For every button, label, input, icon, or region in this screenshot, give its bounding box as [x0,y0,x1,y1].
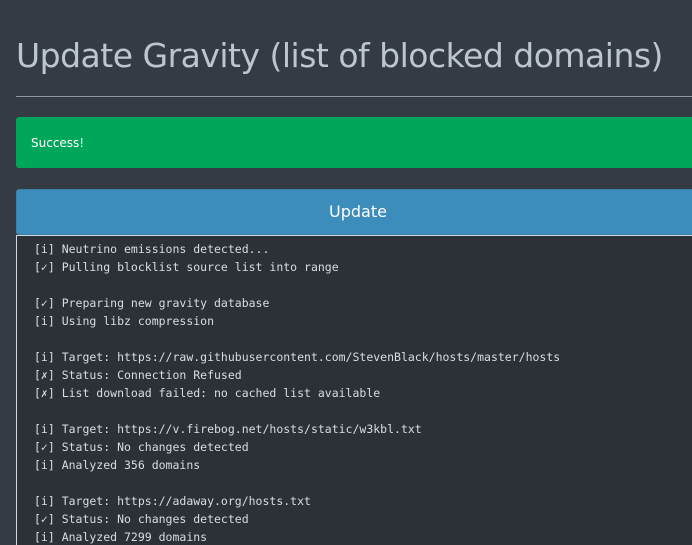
output-line: [i] Analyzed 356 domains [34,458,201,472]
output-line: [✓] Preparing new gravity database [34,296,270,310]
output-line: [i] Target: https://v.firebog.net/hosts/… [34,422,422,436]
update-button[interactable]: Update [16,189,692,235]
output-line: [✓] Status: No changes detected [34,440,249,454]
title-divider [16,96,692,97]
output-line: [i] Using libz compression [34,314,215,328]
success-alert: Success! [16,117,692,168]
output-line: [i] Analyzed 7299 domains [34,530,208,544]
output-line: [i] Neutrino emissions detected... [34,242,270,256]
success-alert-message: Success! [31,135,85,150]
page-title: Update Gravity (list of blocked domains) [16,36,663,75]
output-line: [i] Target: https://raw.githubuserconten… [34,350,561,364]
output-line: [✓] Status: No changes detected [34,512,249,526]
output-line: [i] Target: https://adaway.org/hosts.txt [34,494,311,508]
output-line: [✓] Pulling blocklist source list into r… [34,260,339,274]
gravity-output-log: [i] Neutrino emissions detected... [✓] P… [17,236,692,545]
output-line: [✗] List download failed: no cached list… [34,386,381,400]
gravity-output-panel: [i] Neutrino emissions detected... [✓] P… [16,235,692,545]
output-line: [✗] Status: Connection Refused [34,368,242,382]
